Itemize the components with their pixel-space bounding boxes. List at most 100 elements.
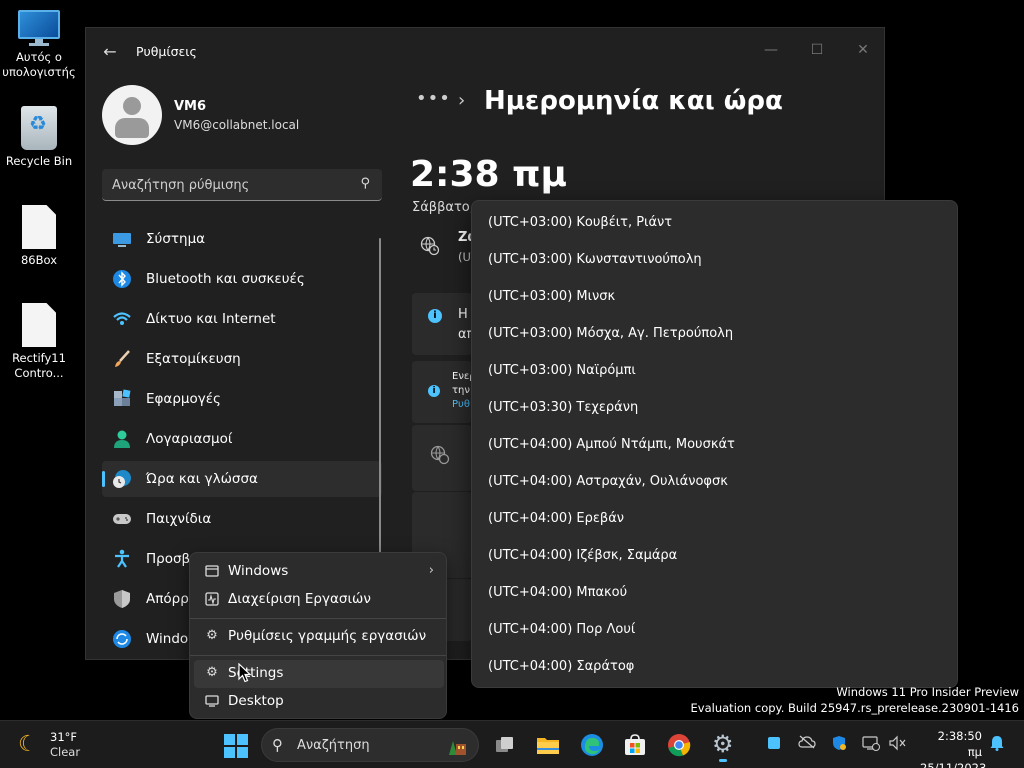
timezone-option[interactable]: (UTC+04:00) Ιζέβσκ, Σαμάρα: [472, 537, 957, 574]
sidebar-scrollbar[interactable]: [379, 238, 381, 558]
user-email: VM6@collabnet.local: [174, 118, 300, 132]
timezone-option[interactable]: (UTC+04:00) Αμπού Ντάμπι, Μουσκάτ: [472, 426, 957, 463]
close-button[interactable]: ✕: [848, 36, 878, 64]
file-explorer-button[interactable]: [532, 729, 564, 761]
settings-search-input[interactable]: [112, 175, 342, 195]
timezone-option[interactable]: (UTC+04:00) Αστραχάν, Ουλιάνοφσκ: [472, 463, 957, 500]
menu-item-desktop[interactable]: Desktop: [194, 688, 444, 716]
cloud-off-icon[interactable]: [798, 735, 816, 753]
desktop-icon-label: 86Box: [20, 253, 57, 267]
desktop-icon-rectify11[interactable]: Rectify11 Contro...: [0, 303, 78, 381]
timezone-option[interactable]: (UTC+04:00) Πορ Λουί: [472, 611, 957, 648]
additional-clock-card[interactable]: [412, 425, 472, 491]
timezone-option[interactable]: (UTC+03:00) Μινσκ: [472, 278, 957, 315]
apps-icon: [114, 389, 131, 406]
menu-item-task-manager[interactable]: Διαχείριση Εργασιών: [194, 586, 444, 614]
page-title: Ημερομηνία και ώρα: [484, 86, 783, 116]
speaker-muted-icon[interactable]: [888, 735, 906, 753]
search-icon: ⚲: [360, 176, 370, 191]
gear-icon: ⚙: [712, 730, 734, 758]
desktop-icon: [205, 695, 219, 707]
menu-item-label: Διαχείριση Εργασιών: [228, 591, 371, 607]
globe-clock-icon: [430, 445, 450, 465]
weather-condition: Clear: [50, 745, 81, 759]
sidebar-item-network[interactable]: Δίκτυο και Internet: [102, 301, 382, 337]
sidebar-item-label: Παιχνίδια: [146, 511, 212, 527]
sync-text-line2: την: [452, 385, 470, 396]
start-button[interactable]: [219, 729, 251, 761]
chevron-right-icon: ›: [458, 90, 466, 111]
timezone-option[interactable]: (UTC+04:00) Σαράτοφ: [472, 648, 957, 685]
menu-item-settings[interactable]: ⚙ Settings: [194, 660, 444, 688]
taskbar-search-placeholder: Αναζήτηση: [297, 738, 370, 753]
clock-time: 2:38:50 πμ: [937, 729, 982, 759]
weather-temperature: 31°F: [50, 730, 77, 744]
back-arrow-icon[interactable]: ←: [100, 42, 120, 62]
accessibility-icon: [115, 549, 129, 568]
timezone-option[interactable]: (UTC+03:00) Μόσχα, Αγ. Πετρούπολη: [472, 315, 957, 352]
desktop-icon-recycle-bin[interactable]: Recycle Bin: [0, 106, 78, 169]
timezone-option[interactable]: (UTC+04:00) Ερεβάν: [472, 500, 957, 537]
chrome-button[interactable]: [663, 729, 695, 761]
sidebar-item-system[interactable]: Σύστημα: [102, 221, 382, 257]
edge-button[interactable]: [576, 729, 608, 761]
search-icon: ⚲: [272, 736, 283, 754]
user-name: VM6: [174, 99, 207, 114]
sidebar-item-label: Σύστημα: [146, 231, 206, 247]
store-button[interactable]: [619, 729, 651, 761]
menu-item-windows[interactable]: Windows ›: [194, 558, 444, 586]
sync-settings-link[interactable]: Ρυθ: [452, 399, 470, 410]
sidebar-item-accounts[interactable]: Λογαριασμοί: [102, 421, 382, 457]
timezone-option[interactable]: (UTC+04:00) Μπακού: [472, 574, 957, 611]
breadcrumb-more-button[interactable]: •••: [416, 88, 451, 109]
timezone-dropdown-list: (UTC+03:00) Κουβέιτ, Ριάντ (UTC+03:00) Κ…: [471, 200, 958, 688]
sync-card: i Ενερ την Ρυθ: [412, 361, 476, 423]
active-app-indicator: [719, 759, 727, 762]
taskbar-search[interactable]: ⚲ Αναζήτηση: [261, 728, 479, 762]
notification-bell-icon[interactable]: [988, 735, 1006, 753]
minimize-button[interactable]: —: [756, 36, 786, 64]
timezone-option[interactable]: (UTC+03:00) Κουβέιτ, Ριάντ: [472, 204, 957, 241]
desktop-icon-86box[interactable]: 86Box: [0, 205, 78, 268]
gear-icon: ⚙: [206, 665, 218, 680]
folder-icon: [537, 738, 559, 754]
this-pc-icon: [18, 10, 60, 46]
sidebar-item-personalization[interactable]: Εξατομίκευση: [102, 341, 382, 377]
settings-taskbar-button[interactable]: ⚙: [707, 729, 739, 762]
menu-item-label: Settings: [228, 665, 284, 681]
timezone-card[interactable]: Ζώ (UT: [412, 220, 479, 274]
menu-item-taskbar-settings[interactable]: ⚙ Ρυθμίσεις γραμμής εργασιών: [194, 623, 444, 651]
context-menu: Windows › Διαχείριση Εργασιών ⚙ Ρυθμίσει…: [189, 552, 447, 719]
menu-item-label: Desktop: [228, 693, 284, 709]
current-time: 2:38 πμ: [410, 154, 568, 195]
sidebar-item-label: Λογαριασμοί: [146, 431, 233, 447]
sidebar-item-bluetooth[interactable]: Bluetooth και συσκευές: [102, 261, 382, 297]
desktop-icon-this-pc[interactable]: Αυτός ο υπολογιστής: [0, 10, 78, 80]
info-icon: i: [428, 309, 442, 323]
sidebar-item-gaming[interactable]: Παιχνίδια: [102, 501, 382, 537]
taskbar-clock[interactable]: 2:38:50 πμ 25/11/2023: [920, 728, 987, 768]
desktop-icon-label: Rectify11 Contro...: [12, 351, 66, 380]
timezone-option[interactable]: (UTC+03:30) Τεχεράνη: [472, 389, 957, 426]
task-view-button[interactable]: [489, 729, 521, 761]
title-bar: ← Ρυθμίσεις — ☐ ✕: [86, 28, 884, 76]
accounts-icon: [114, 430, 130, 448]
sidebar-item-apps[interactable]: Εφαρμογές: [102, 381, 382, 417]
windows-update-icon: [113, 630, 131, 648]
evaluation-watermark: Windows 11 Pro Insider Preview Evaluatio…: [691, 684, 1019, 716]
sidebar-item-time-language[interactable]: Ώρα και γλώσσα: [102, 461, 382, 497]
sidebar-item-label: Εξατομίκευση: [146, 351, 241, 367]
monitor-warning-icon[interactable]: [862, 735, 880, 753]
security-shield-icon[interactable]: [830, 735, 848, 753]
clock-date: 25/11/2023: [920, 761, 987, 768]
timezone-option[interactable]: (UTC+03:00) Κωνσταντινούπολη: [472, 241, 957, 278]
task-view-icon: [496, 737, 513, 752]
search-highlight-icon: [449, 741, 466, 755]
mouse-cursor-icon: [238, 663, 251, 683]
timezone-option[interactable]: (UTC+03:00) Ναϊρόμπι: [472, 352, 957, 389]
cube-icon[interactable]: [765, 735, 783, 753]
maximize-button[interactable]: ☐: [802, 36, 832, 64]
gaming-icon: [113, 514, 131, 524]
settings-search[interactable]: ⚲: [102, 169, 382, 201]
store-icon: [625, 734, 645, 755]
